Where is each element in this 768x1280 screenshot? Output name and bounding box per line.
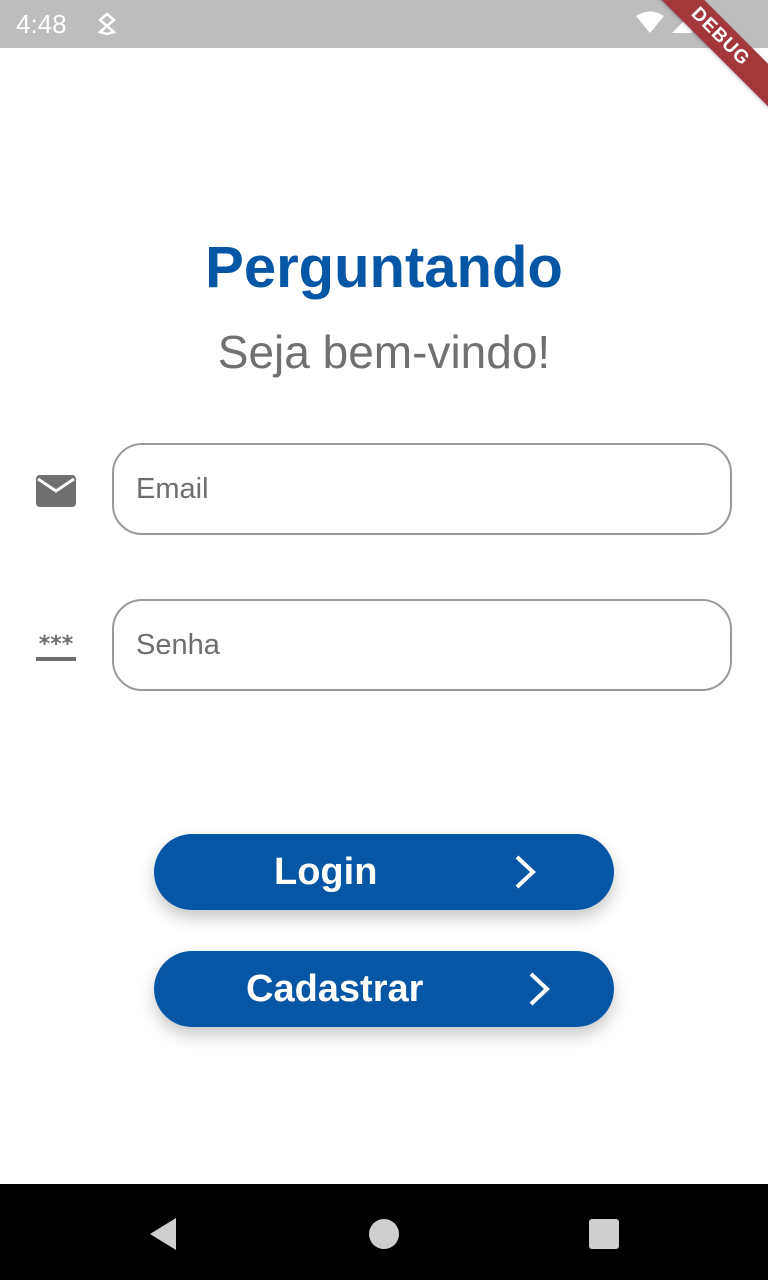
welcome-subtitle: Seja bem-vindo! — [217, 326, 551, 378]
status-time: 4:48 — [16, 9, 67, 39]
chevron-right-icon — [512, 854, 538, 890]
back-icon[interactable] — [144, 1214, 184, 1254]
notification-icon — [96, 12, 118, 36]
login-button-label: Login — [274, 851, 378, 893]
svg-text:***: *** — [39, 632, 74, 657]
system-nav-bar — [0, 1184, 768, 1280]
password-row: *** — [0, 599, 768, 695]
password-icon: *** — [34, 629, 78, 665]
register-button[interactable]: Cadastrar — [154, 951, 614, 1027]
register-button-label: Cadastrar — [246, 968, 424, 1010]
app-title: Perguntando — [205, 235, 563, 300]
home-icon[interactable] — [364, 1214, 404, 1254]
chevron-right-icon — [526, 971, 552, 1007]
email-row — [0, 443, 768, 539]
login-button[interactable]: Login — [154, 834, 614, 910]
wifi-icon — [636, 11, 664, 40]
recents-icon[interactable] — [584, 1214, 624, 1254]
status-bar: 4:48 — [0, 0, 768, 48]
login-screen: 4:48 DEBUG Perguntando Seja bem-vindo! E… — [0, 0, 768, 1280]
mail-icon — [34, 473, 78, 509]
password-field[interactable] — [112, 599, 732, 691]
email-field[interactable] — [112, 443, 732, 535]
